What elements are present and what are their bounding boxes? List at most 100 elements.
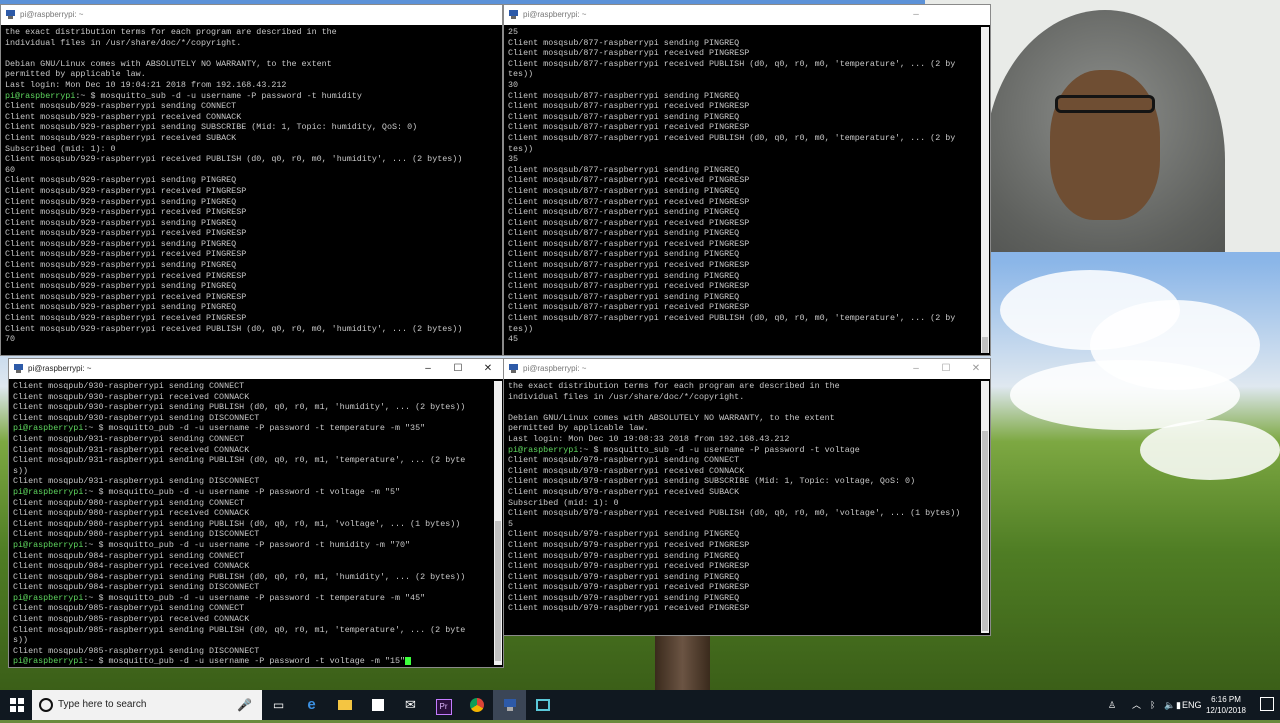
terminal-line: Client mosqsub/929-raspberrypi sending P… [5,217,237,228]
minimize-button[interactable]: – [909,8,923,22]
shell-command: :~ $ mosquitto_pub -d -u username -P pas… [83,423,426,434]
network-icon[interactable]: ▮ [1176,690,1181,720]
terminal-line: Client mosqpub/980-raspberrypi sending C… [13,497,245,508]
file-explorer-icon[interactable] [328,690,361,720]
terminal-line: Client mosqsub/877-raspberrypi sending P… [508,228,740,239]
terminal-line: Client mosqpub/984-raspberrypi received … [13,561,250,572]
terminal-output[interactable]: the exact distribution terms for each pr… [508,381,980,633]
terminal-line: Client mosqsub/877-raspberrypi received … [508,196,750,207]
window-title: pi@raspberrypi: ~ [523,10,587,19]
terminal-line: 60 [5,164,16,175]
terminal-line: individual files in /usr/share/doc/*/cop… [5,37,242,48]
task-view-icon[interactable]: ▭ [262,690,295,720]
terminal-line: Client mosqpub/985-raspberrypi received … [13,614,250,625]
terminal-output[interactable]: 25 Client mosqsub/877-raspberrypi sending… [508,27,980,353]
terminal-line: pi@raspberrypi:~ $ mosquitto_pub -d -u u… [13,540,493,551]
terminal-window-temperature-sub[interactable]: pi@raspberrypi: ~ – 25 Client mosqsub/877… [503,4,991,356]
terminal-line: 25 [508,27,519,37]
shell-prompt: pi@raspberrypi [13,423,84,434]
terminal-output[interactable]: the exact distribution terms for each pr… [5,27,492,353]
window-titlebar[interactable]: pi@raspberrypi: ~ [1,5,502,25]
terminal-window-humidity-sub[interactable]: pi@raspberrypi: ~ the exact distribution… [0,4,503,356]
terminal-line: Client mosqpub/931-raspberrypi sending D… [13,476,260,487]
terminal-line: Client mosqsub/979-raspberrypi sending C… [508,455,740,466]
vertical-scrollbar[interactable] [981,27,989,353]
terminal-line: Client mosqsub/979-raspberrypi received … [508,603,750,614]
window-titlebar[interactable]: pi@raspberrypi: ~ – [504,5,990,25]
premiere-icon[interactable]: Pr [427,690,460,720]
terminal-line: the exact distribution terms for each pr… [5,27,337,37]
terminal-window-publisher[interactable]: pi@raspberrypi: ~ – ☐ ✕ Client mosqpub/9… [8,358,504,668]
terminal-output[interactable]: Client mosqpub/930-raspberrypi sending C… [13,381,493,665]
terminal-taskbar-icon[interactable] [526,690,559,720]
window-titlebar[interactable]: pi@raspberrypi: ~ – ☐ ✕ [9,359,503,379]
terminal-line: Client mosqpub/980-raspberrypi sending D… [13,529,260,540]
notification-icon[interactable] [1260,697,1274,711]
shell-prompt: pi@raspberrypi [5,90,76,101]
terminal-line: Client mosqsub/877-raspberrypi received … [508,48,750,59]
terminal-window-voltage-sub[interactable]: pi@raspberrypi: ~ – ☐ ✕ the exact distri… [503,358,991,636]
terminal-line: Client mosqsub/979-raspberrypi received … [508,582,750,593]
vertical-scrollbar[interactable] [981,381,989,633]
clock[interactable]: 6:16 PM 12/10/2018 [1206,694,1246,716]
terminal-line: Subscribed (mid: 1): 0 [5,143,116,154]
terminal-line: permitted by applicable law. [5,69,146,80]
terminal-line: 30 [508,79,519,90]
people-icon[interactable]: ♙ [1108,690,1116,720]
microphone-icon[interactable]: 🎤 [237,698,252,712]
windows-start-icon[interactable] [0,690,33,720]
terminal-line: Subscribed (mid: 1): 0 [508,497,619,508]
terminal-line: tes)) [508,323,534,334]
terminal-line: Client mosqsub/929-raspberrypi received … [5,154,463,165]
clock-date: 12/10/2018 [1205,706,1246,715]
shell-command: :~ $ mosquitto_sub -d -u username -P pas… [578,444,860,455]
terminal-line: the exact distribution terms for each pr… [508,381,840,391]
chrome-icon[interactable] [460,690,493,720]
store-icon[interactable] [361,690,394,720]
shell-prompt: pi@raspberrypi [13,656,84,665]
terminal-line: tes)) [508,69,534,80]
terminal-line: Client mosqsub/929-raspberrypi sending P… [5,175,237,186]
mail-icon[interactable]: ✉ [394,690,427,720]
terminal-line: pi@raspberrypi:~ $ mosquitto_pub -d -u u… [13,656,493,665]
chevron-up-icon[interactable]: ︿ [1132,690,1141,720]
edge-icon[interactable]: e [295,690,328,720]
terminal-line: Client mosqsub/929-raspberrypi sending S… [5,122,418,133]
shell-prompt: pi@raspberrypi [13,592,84,603]
terminal-line: Client mosqpub/985-raspberrypi sending D… [13,645,260,656]
terminal-line: Client mosqpub/931-raspberrypi sending C… [13,433,245,444]
volume-icon[interactable]: 🔈 [1164,690,1175,720]
terminal-line: s)) [13,465,29,476]
terminal-line: individual files in /usr/share/doc/*/cop… [508,391,745,402]
terminal-line: Client mosqpub/931-raspberrypi sending P… [13,455,466,466]
terminal-line: 35 [508,154,519,165]
terminal-line: Client mosqsub/979-raspberrypi sending S… [508,476,916,487]
terminal-line: Client mosqsub/877-raspberrypi received … [508,313,956,324]
terminal-line: Client mosqsub/979-raspberrypi received … [508,539,750,550]
window-title: pi@raspberrypi: ~ [523,364,587,373]
bluetooth-icon[interactable]: ᛒ [1150,690,1155,720]
shell-command: :~ $ mosquitto_pub -d -u username -P pas… [83,539,411,550]
language-indicator[interactable]: ENG [1182,690,1202,720]
putty-taskbar-icon[interactable] [493,690,526,720]
vertical-scrollbar[interactable] [494,381,502,665]
close-button[interactable]: ✕ [481,362,495,376]
terminal-line: Client mosqsub/929-raspberrypi received … [5,313,247,324]
terminal-line: Client mosqsub/877-raspberrypi sending P… [508,164,740,175]
maximize-button[interactable]: ☐ [939,362,953,376]
taskbar-search-box[interactable]: Type here to search 🎤 [32,690,262,720]
maximize-button[interactable]: ☐ [451,362,465,376]
terminal-line: Client mosqsub/929-raspberrypi sending P… [5,302,237,313]
terminal-line: Client mosqpub/984-raspberrypi sending D… [13,582,260,593]
minimize-button[interactable]: – [421,362,435,376]
close-button[interactable]: ✕ [969,362,983,376]
terminal-line: Client mosqsub/929-raspberrypi received … [5,228,247,239]
terminal-line: Debian GNU/Linux comes with ABSOLUTELY N… [508,412,835,423]
terminal-line: Client mosqsub/877-raspberrypi received … [508,260,750,271]
shell-command: :~ $ mosquitto_pub -d -u username -P pas… [83,656,406,665]
terminal-line: Client mosqpub/930-raspberrypi sending C… [13,381,245,391]
window-titlebar[interactable]: pi@raspberrypi: ~ – ☐ ✕ [504,359,990,379]
minimize-button[interactable]: – [909,362,923,376]
terminal-line: Client mosqsub/877-raspberrypi received … [508,217,750,228]
shell-prompt: pi@raspberrypi [508,444,579,455]
